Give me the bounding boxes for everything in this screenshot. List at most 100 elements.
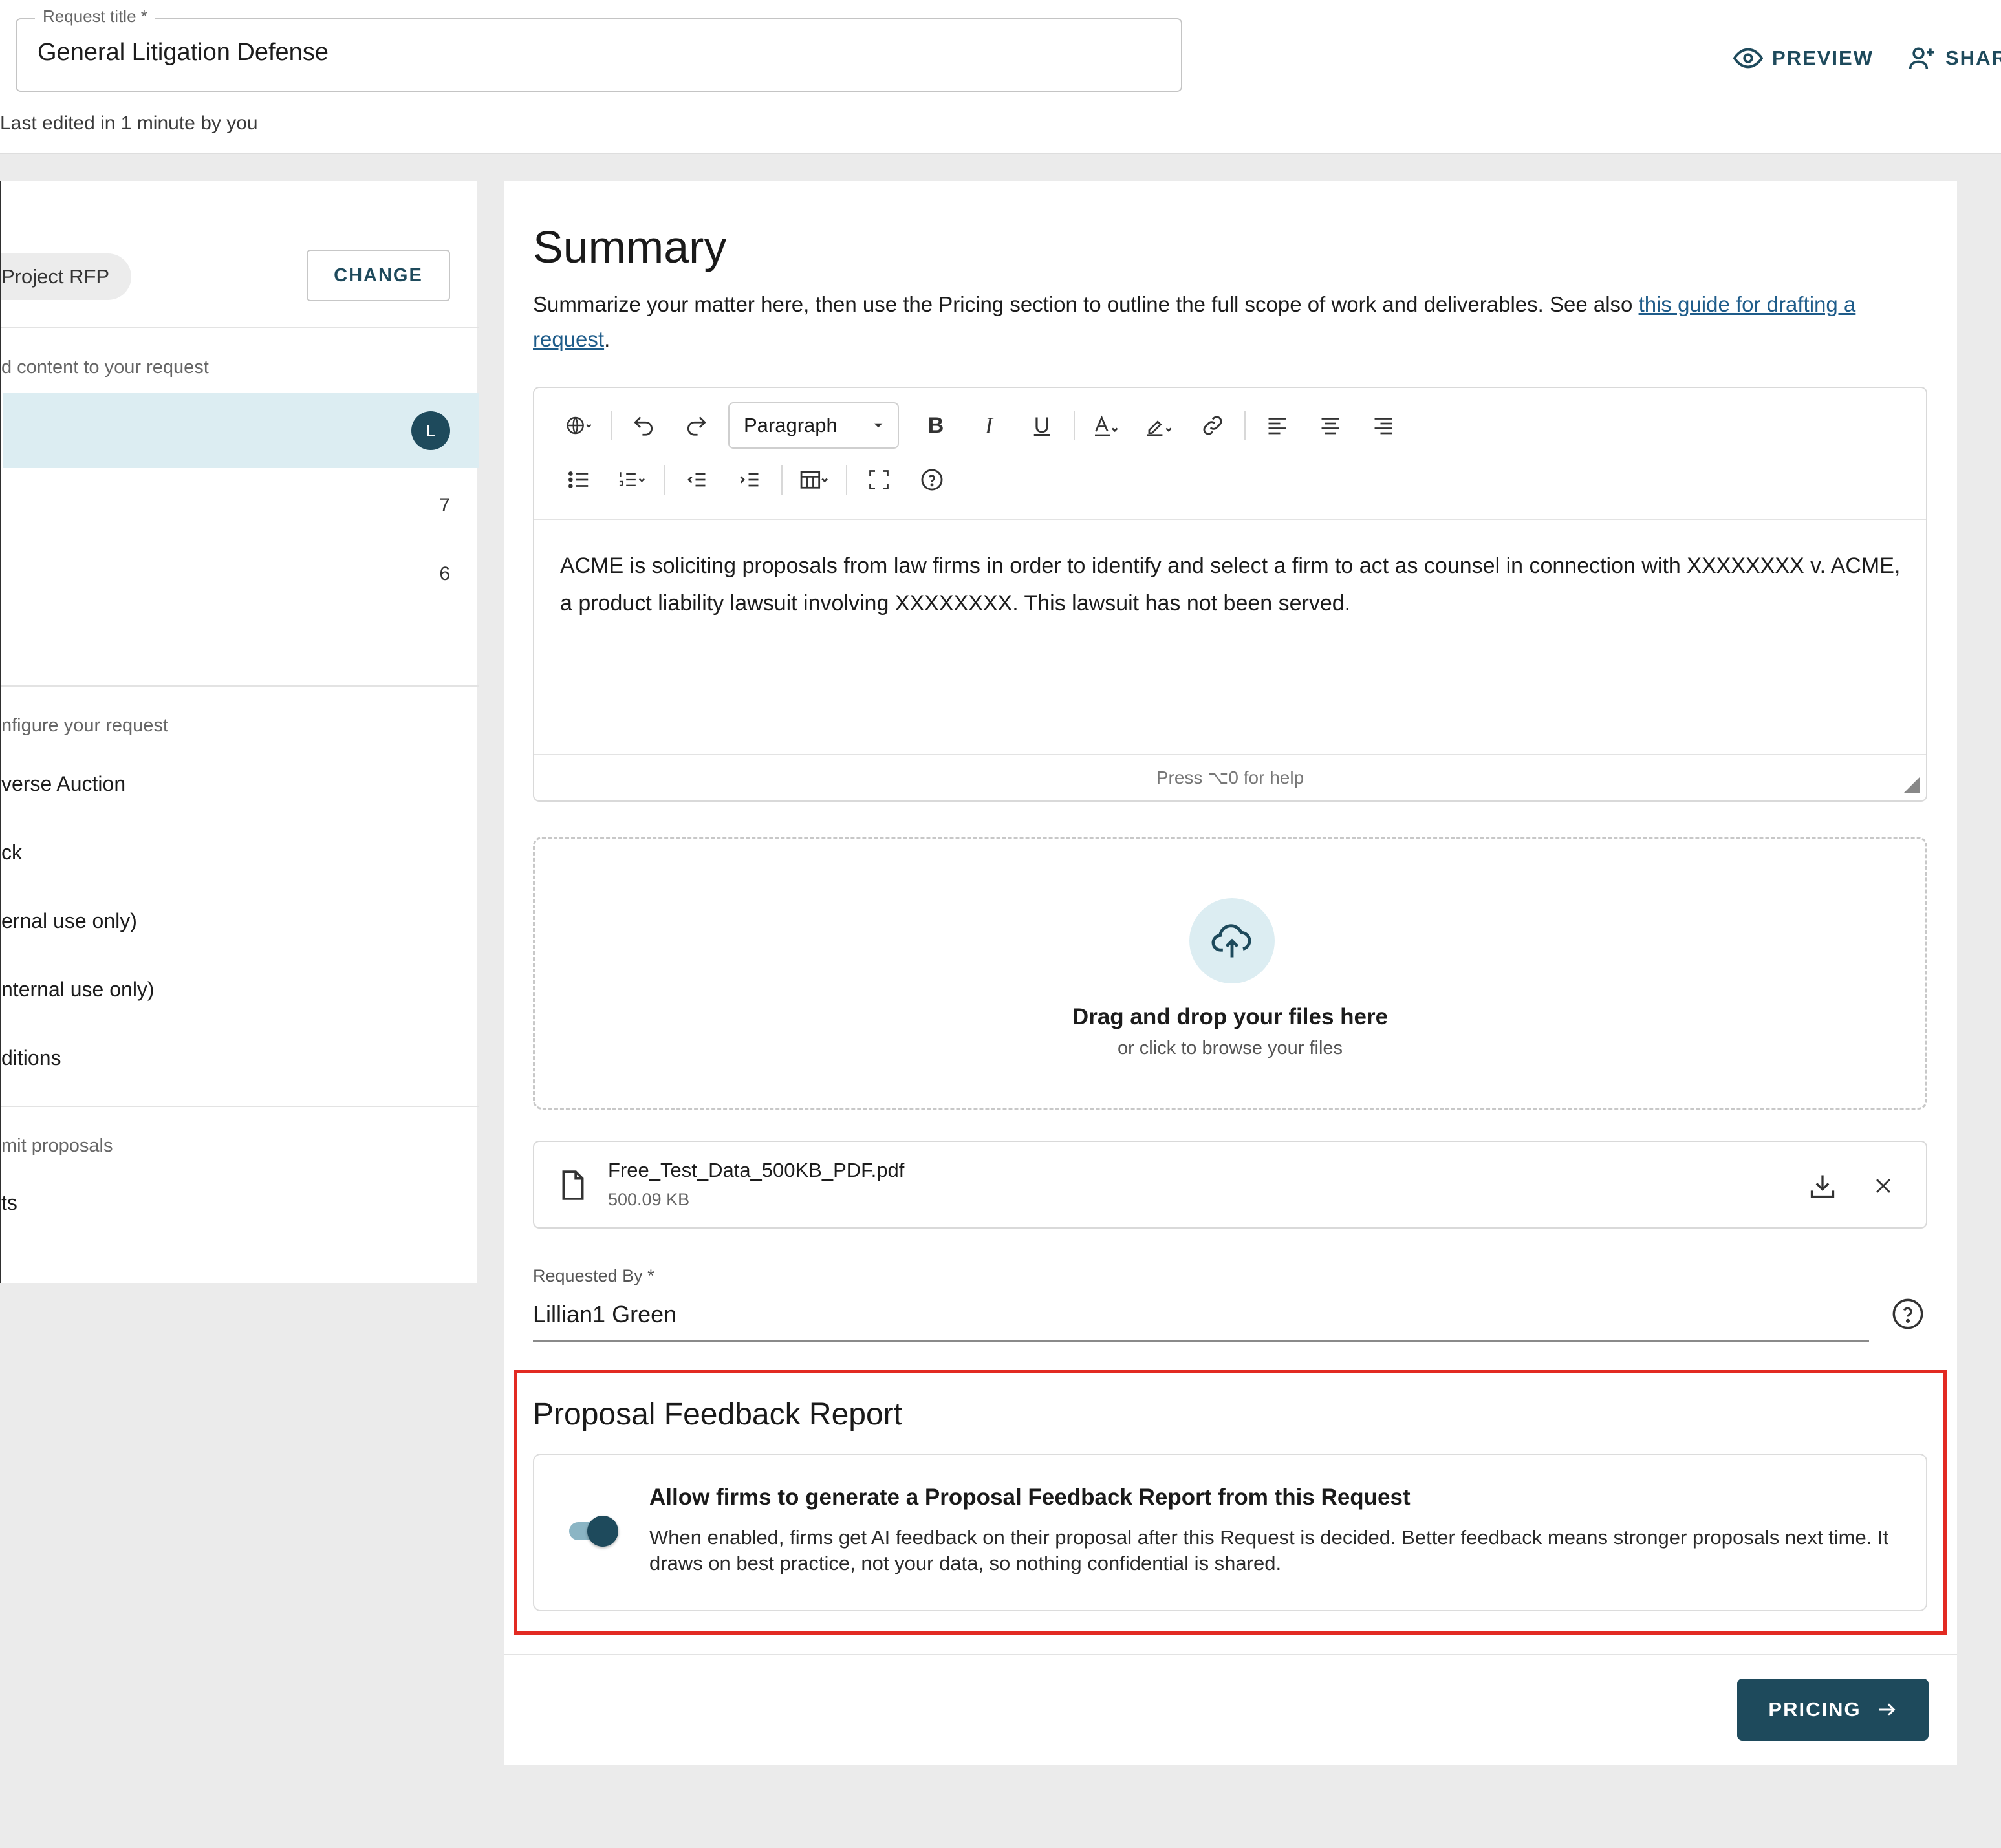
highlight-button[interactable]	[1138, 404, 1181, 447]
request-title-value[interactable]: General Litigation Defense	[38, 39, 329, 67]
cloud-upload-icon	[1210, 919, 1254, 963]
table-icon	[799, 467, 829, 492]
editor-content[interactable]: ACME is soliciting proposals from law fi…	[560, 547, 1905, 622]
download-button[interactable]	[1804, 1168, 1841, 1204]
requested-by-label: Requested By *	[533, 1266, 654, 1285]
bullet-list-icon	[567, 467, 591, 492]
item-count: 6	[439, 563, 450, 585]
change-template-button[interactable]: CHANGE	[307, 250, 450, 301]
outdent-icon	[685, 468, 708, 491]
rich-text-editor: Paragraph B I U ACME is soliciting propo…	[533, 387, 1927, 802]
toggle-knob	[587, 1516, 618, 1547]
bullet-list-button[interactable]	[557, 458, 600, 501]
align-center-icon	[1319, 414, 1342, 437]
sidebar-item-content-3[interactable]: 6	[3, 537, 479, 612]
remove-file-button[interactable]	[1865, 1168, 1901, 1204]
feedback-report-toggle[interactable]	[569, 1514, 618, 1548]
download-icon	[1808, 1172, 1837, 1200]
file-dropzone[interactable]: Drag and drop your files here or click t…	[533, 837, 1927, 1110]
sidebar-item-configure-4[interactable]: nternal use only)	[1, 978, 155, 1002]
sidebar-item-configure-2[interactable]: ck	[1, 841, 22, 865]
editor-toolbar-row-2	[557, 457, 964, 503]
insert-table-button[interactable]	[793, 458, 836, 501]
share-button[interactable]: SHARE	[1908, 43, 2001, 74]
footer-divider	[504, 1654, 1957, 1655]
close-icon	[1872, 1175, 1894, 1197]
align-left-button[interactable]	[1256, 404, 1299, 447]
pricing-label: PRICING	[1768, 1698, 1861, 1721]
attached-file: Free_Test_Data_500KB_PDF.pdf 500.09 KB	[533, 1141, 1927, 1229]
underline-button[interactable]: U	[1021, 404, 1063, 447]
fullscreen-icon	[867, 468, 891, 491]
upload-icon-wrapper	[1189, 898, 1275, 983]
sidebar-divider	[1, 1106, 479, 1107]
request-title-field[interactable]: Request title * General Litigation Defen…	[16, 6, 1182, 92]
sidebar-item-configure-3[interactable]: ernal use only)	[1, 909, 137, 933]
toolbar-separator	[664, 465, 665, 495]
italic-button[interactable]: I	[968, 404, 1010, 447]
main-card: Summary Summarize your matter here, then…	[504, 181, 1957, 1765]
fullscreen-button[interactable]	[858, 458, 900, 501]
numbered-list-button[interactable]	[611, 458, 653, 501]
align-center-button[interactable]	[1309, 404, 1352, 447]
italic-icon: I	[985, 413, 993, 438]
underline-icon: U	[1033, 413, 1050, 438]
redo-button[interactable]	[675, 404, 718, 447]
paragraph-style-value: Paragraph	[744, 414, 838, 436]
align-right-button[interactable]	[1362, 404, 1405, 447]
request-title-label: Request title *	[35, 6, 155, 27]
preview-button[interactable]: PREVIEW	[1733, 43, 1874, 74]
help-button[interactable]	[911, 458, 953, 501]
numbered-list-icon	[618, 467, 646, 492]
sidebar-item-configure-1[interactable]: verse Auction	[1, 772, 125, 796]
feedback-option-card: Allow firms to generate a Proposal Feedb…	[533, 1454, 1927, 1611]
chevron-down-icon	[873, 420, 883, 431]
help-circle-icon	[1891, 1297, 1925, 1331]
toolbar-separator	[1074, 411, 1075, 440]
requested-by-help-button[interactable]	[1890, 1296, 1926, 1332]
text-color-button[interactable]	[1085, 404, 1128, 447]
bold-icon: B	[927, 413, 944, 438]
summary-description-end: .	[604, 327, 611, 351]
resize-handle[interactable]	[1904, 777, 1920, 793]
last-edited-text: Last edited in 1 minute by you	[0, 113, 258, 134]
editor-toolbar-row-1: Paragraph B I U	[557, 402, 1415, 449]
item-count: 7	[439, 495, 450, 516]
help-circle-icon	[920, 467, 944, 492]
avatar: L	[411, 411, 450, 450]
sidebar-item-content-1[interactable]: L	[3, 393, 479, 468]
sidebar-item-configure-5[interactable]: ditions	[1, 1046, 61, 1070]
outdent-button[interactable]	[675, 458, 718, 501]
align-left-icon	[1266, 414, 1289, 437]
undo-button[interactable]	[622, 404, 665, 447]
align-right-icon	[1372, 414, 1395, 437]
file-icon	[559, 1169, 587, 1201]
paragraph-style-select[interactable]: Paragraph	[728, 402, 899, 449]
submit-section-label: mit proposals	[1, 1135, 113, 1156]
requested-by-underline	[533, 1340, 1869, 1342]
insert-link-button[interactable]	[1191, 404, 1234, 447]
sidebar-divider	[1, 327, 479, 328]
configure-section-label: nfigure your request	[1, 715, 168, 736]
add-person-icon	[1908, 44, 1936, 72]
share-label: SHARE	[1945, 47, 2001, 69]
content-section-label: d content to your request	[1, 357, 209, 378]
bold-button[interactable]: B	[914, 404, 957, 447]
editor-help-hint: Press ⌥0 for help	[1156, 768, 1304, 788]
sidebar: Project RFP CHANGE d content to your req…	[0, 181, 479, 1283]
highlighter-icon	[1145, 413, 1174, 438]
toolbar-separator	[1244, 411, 1246, 440]
dropzone-subtitle: or click to browse your files	[1117, 1038, 1343, 1058]
toolbar-separator	[846, 465, 847, 495]
sidebar-item-content-2[interactable]: 7	[3, 468, 479, 543]
dropzone-title: Drag and drop your files here	[1072, 1004, 1389, 1029]
summary-description-text: Summarize your matter here, then use the…	[533, 292, 1639, 316]
top-header: Request title * General Litigation Defen…	[0, 0, 2001, 154]
next-pricing-button[interactable]: PRICING	[1737, 1679, 1929, 1741]
preview-label: PREVIEW	[1772, 47, 1874, 69]
sidebar-item-submit-1[interactable]: ts	[1, 1191, 17, 1215]
language-button[interactable]	[557, 404, 600, 447]
requested-by-input[interactable]: Lillian1 Green	[533, 1301, 676, 1328]
indent-button[interactable]	[728, 458, 771, 501]
feedback-section-title: Proposal Feedback Report	[533, 1397, 902, 1432]
